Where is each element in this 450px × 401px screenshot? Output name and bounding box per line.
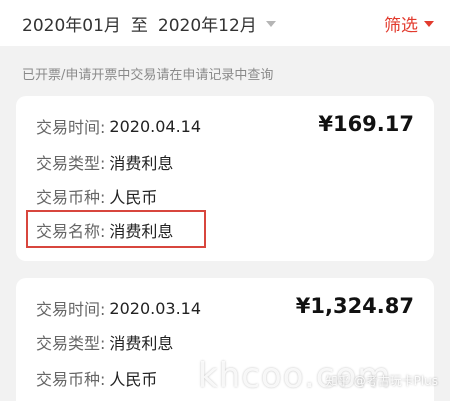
amount-value: ¥1,324.87 (295, 294, 414, 318)
currency-value: 人民币 (109, 370, 158, 389)
currency-label: 交易币种: (36, 370, 106, 389)
end-date-picker[interactable]: 2020年12月 (158, 11, 257, 36)
amount-value: ¥169.17 (318, 112, 414, 136)
time-row: 交易时间: 2020.03.14 (36, 296, 201, 320)
time-row: 交易时间: 2020.04.14 (36, 114, 201, 138)
type-row: 交易类型: 消费利息 (36, 150, 173, 174)
author-credit: 知乎 @考古玩卡Plus (325, 374, 438, 388)
range-separator: 至 (130, 15, 148, 36)
date-range-bar: 2020年01月 至 2020年12月 (0, 0, 450, 46)
time-value: 2020.04.14 (109, 116, 202, 136)
name-value: 消费利息 (109, 222, 174, 241)
chevron-down-icon[interactable] (265, 21, 276, 27)
currency-row: 交易币种: 人民币 (36, 366, 157, 390)
time-label: 交易时间: (36, 118, 106, 137)
type-value: 消费利息 (109, 334, 174, 353)
currency-value: 人民币 (109, 188, 158, 207)
currency-row: 交易币种: 人民币 (36, 184, 157, 208)
type-label: 交易类型: (36, 334, 106, 353)
invoice-notice: 已开票/申请开票中交易请在申请记录中查询 (22, 68, 274, 83)
filter-button[interactable]: 筛选 (384, 0, 434, 46)
currency-label: 交易币种: (36, 188, 106, 207)
type-row: 交易类型: 消费利息 (36, 330, 173, 354)
time-label: 交易时间: (36, 300, 106, 319)
type-value: 消费利息 (109, 154, 174, 173)
time-value: 2020.03.14 (109, 298, 202, 318)
name-row: 交易名称: 消费利息 (36, 218, 173, 242)
transaction-card[interactable]: 交易时间: 2020.04.14 ¥169.17 交易类型: 消费利息 交易币种… (16, 96, 434, 261)
filter-label: 筛选 (384, 15, 418, 36)
name-label: 交易名称: (36, 222, 106, 241)
type-label: 交易类型: (36, 154, 106, 173)
start-date-picker[interactable]: 2020年01月 (22, 11, 121, 36)
filter-chevron-down-icon (424, 21, 434, 27)
